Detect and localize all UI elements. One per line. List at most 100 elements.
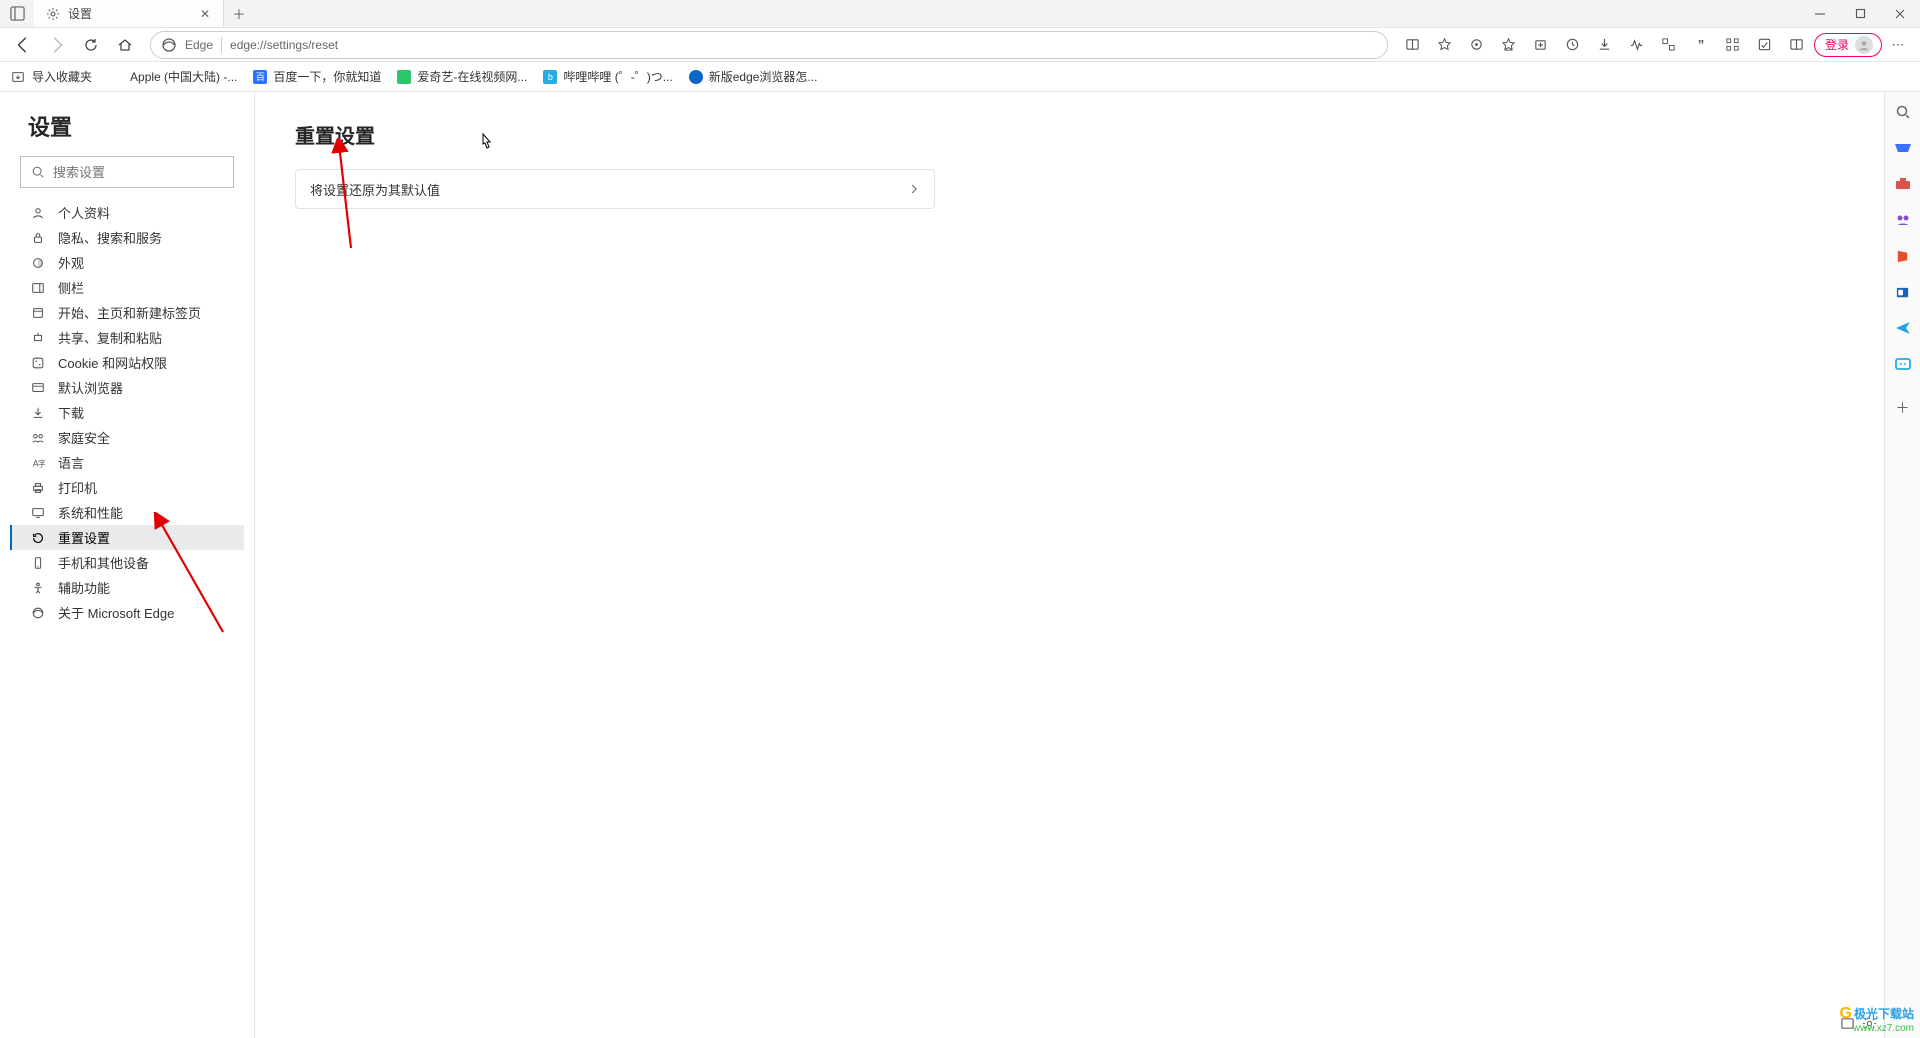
side-games-button[interactable] (1891, 208, 1915, 232)
settings-search-input[interactable] (53, 165, 229, 180)
nav-item-languages[interactable]: A字语言 (10, 450, 244, 475)
lock-icon (30, 230, 46, 246)
bookmark-item-baidu[interactable]: 百 百度一下，你就知道 (253, 68, 381, 85)
side-send-button[interactable] (1891, 316, 1915, 340)
bookmark-label: Apple (中国大陆) -... (130, 68, 237, 85)
import-favorites-button[interactable]: 导入收藏夹 (10, 68, 92, 85)
home-button[interactable] (110, 31, 140, 59)
cookie-icon (30, 355, 46, 371)
nav-item-family[interactable]: 家庭安全 (10, 425, 244, 450)
side-search-button[interactable] (1891, 100, 1915, 124)
navigation-bar: Edge edge://settings/reset ” 登录 ⋯ (0, 28, 1920, 62)
nav-item-printers[interactable]: 打印机 (10, 475, 244, 500)
bookmarks-bar: 导入收藏夹 Apple (中国大陆) -... 百 百度一下，你就知道 爱奇艺-… (0, 62, 1920, 92)
nav-item-about[interactable]: 关于 Microsoft Edge (10, 600, 244, 625)
nav-item-sidebar[interactable]: 侧栏 (10, 275, 244, 300)
language-icon: A字 (30, 455, 46, 471)
screenshot-button[interactable] (1654, 31, 1684, 59)
settings-main-pane: 重置设置 将设置还原为其默认值 (255, 92, 1920, 1038)
side-video-button[interactable] (1891, 352, 1915, 376)
appearance-icon (30, 255, 46, 271)
side-office-button[interactable] (1891, 244, 1915, 268)
bookmark-label: 哔哩哔哩 (゜-゜)つ... (563, 68, 672, 85)
reset-settings-item[interactable]: 将设置还原为其默认值 (295, 169, 935, 209)
iqiyi-icon (397, 70, 411, 84)
reading-view-button[interactable] (1398, 31, 1428, 59)
toolbar-right: ” 登录 ⋯ (1398, 31, 1912, 59)
nav-item-cookies[interactable]: Cookie 和网站权限 (10, 350, 244, 375)
bookmark-label: 百度一下，你就知道 (273, 68, 381, 85)
nav-label: 侧栏 (58, 278, 84, 297)
address-divider (221, 37, 222, 53)
citations-button[interactable]: ” (1686, 31, 1716, 59)
window-controls (1800, 0, 1920, 28)
address-url: edge://settings/reset (230, 38, 338, 52)
nav-label: 下载 (58, 403, 84, 422)
nav-item-privacy[interactable]: 隐私、搜索和服务 (10, 225, 244, 250)
avatar-icon (1855, 36, 1873, 54)
extensions-button[interactable] (1462, 31, 1492, 59)
search-icon (31, 165, 45, 179)
nav-label: 开始、主页和新建标签页 (58, 303, 201, 322)
tab-settings[interactable]: 设置 ✕ (34, 0, 224, 27)
side-add-button[interactable]: ＋ (1891, 396, 1915, 420)
settings-title: 设置 (10, 110, 244, 142)
maximize-button[interactable] (1840, 0, 1880, 28)
new-tab-button[interactable]: ＋ (224, 0, 254, 27)
nav-label: 打印机 (58, 478, 97, 497)
collections-button[interactable] (1526, 31, 1556, 59)
favorite-star-button[interactable] (1430, 31, 1460, 59)
bookmark-item-apple[interactable]: Apple (中国大陆) -... (108, 68, 237, 85)
login-button[interactable]: 登录 (1814, 33, 1882, 57)
history-button[interactable] (1558, 31, 1588, 59)
bookmark-item-edge-help[interactable]: 新版edge浏览器怎... (689, 68, 818, 85)
nav-item-profile[interactable]: 个人资料 (10, 200, 244, 225)
nav-item-system[interactable]: 系统和性能 (10, 500, 244, 525)
login-label: 登录 (1825, 36, 1849, 53)
favorites-hub-button[interactable] (1494, 31, 1524, 59)
vertical-tabs-button[interactable] (0, 0, 34, 27)
side-tools-button[interactable] (1891, 172, 1915, 196)
nav-item-share[interactable]: 共享、复制和粘贴 (10, 325, 244, 350)
nav-item-start[interactable]: 开始、主页和新建标签页 (10, 300, 244, 325)
back-button[interactable] (8, 31, 38, 59)
nav-item-downloads[interactable]: 下载 (10, 400, 244, 425)
split-screen-button[interactable] (1782, 31, 1812, 59)
bookmark-item-iqiyi[interactable]: 爱奇艺-在线视频网... (397, 68, 527, 85)
downloads-button[interactable] (1590, 31, 1620, 59)
performance-button[interactable] (1622, 31, 1652, 59)
close-window-button[interactable] (1880, 0, 1920, 28)
forward-button[interactable] (42, 31, 72, 59)
nav-label: 辅助功能 (58, 578, 110, 597)
browser-icon (30, 380, 46, 396)
title-bar: 设置 ✕ ＋ (0, 0, 1920, 28)
baidu-icon: 百 (253, 70, 267, 84)
nav-item-accessibility[interactable]: 辅助功能 (10, 575, 244, 600)
settings-search[interactable] (20, 156, 234, 188)
phone-icon (30, 555, 46, 571)
minimize-button[interactable] (1800, 0, 1840, 28)
home-page-icon (30, 305, 46, 321)
bookmark-item-bilibili[interactable]: b 哔哩哔哩 (゜-゜)つ... (543, 68, 672, 85)
tab-strip: 设置 ✕ ＋ (0, 0, 254, 27)
nav-item-default-browser[interactable]: 默认浏览器 (10, 375, 244, 400)
tab-close-button[interactable]: ✕ (197, 6, 213, 22)
address-bar[interactable]: Edge edge://settings/reset (150, 31, 1388, 59)
more-menu-button[interactable]: ⋯ (1884, 31, 1912, 59)
apps-grid-button[interactable] (1718, 31, 1748, 59)
nav-item-phone[interactable]: 手机和其他设备 (10, 550, 244, 575)
watermark: G极光下载站 www.xz7.com (1840, 1005, 1914, 1034)
nav-item-reset[interactable]: 重置设置 (10, 525, 244, 550)
side-outlook-button[interactable] (1891, 280, 1915, 304)
refresh-button[interactable] (76, 31, 106, 59)
nav-label: 家庭安全 (58, 428, 110, 447)
nav-label: 隐私、搜索和服务 (58, 228, 162, 247)
nav-label: 外观 (58, 253, 84, 272)
web-capture-button[interactable] (1750, 31, 1780, 59)
settings-nav-list: 个人资料 隐私、搜索和服务 外观 侧栏 开始、主页和新建标签页 共享、复制和粘贴… (10, 200, 244, 625)
watermark-logo-icon: G (1840, 1005, 1852, 1023)
nav-label: Cookie 和网站权限 (58, 353, 167, 372)
side-coupons-button[interactable] (1891, 136, 1915, 160)
nav-item-appearance[interactable]: 外观 (10, 250, 244, 275)
bookmark-label: 新版edge浏览器怎... (709, 68, 818, 85)
